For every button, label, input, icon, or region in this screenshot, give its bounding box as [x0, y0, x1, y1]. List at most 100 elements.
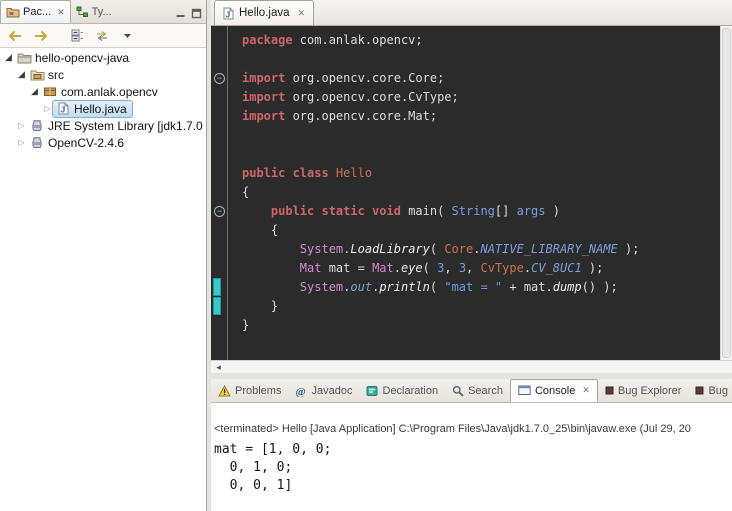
svg-text:J: J	[226, 9, 231, 19]
link-with-editor-button[interactable]	[93, 27, 111, 45]
code-token: {	[242, 185, 249, 199]
code-line[interactable]: public static void main( String[] args )	[242, 202, 720, 221]
close-icon[interactable]: ✕	[298, 8, 306, 19]
java-file-icon: J	[55, 102, 71, 115]
tree-item-label: com.anlak.opencv	[58, 85, 161, 99]
back-button[interactable]	[6, 27, 24, 45]
code-token: main	[408, 204, 437, 218]
type-hierarchy-icon	[76, 6, 89, 18]
code-line[interactable]: public class Hello	[242, 164, 720, 183]
scroll-left-arrow-icon[interactable]: ◂	[211, 361, 226, 373]
collapse-arrow-icon[interactable]: ◢	[16, 66, 27, 83]
editor-vertical-scrollbar[interactable]	[720, 26, 732, 360]
forward-button[interactable]	[31, 27, 49, 45]
occurrence-annotation[interactable]	[213, 278, 221, 296]
tab-declaration[interactable]: Declaration	[359, 379, 445, 402]
package-explorer-view: Pac...✕Ty... ◢hello-opencv-java◢src◢com.…	[0, 0, 207, 511]
tree-item-hello-java[interactable]: ▷JHello.java	[0, 100, 206, 117]
tree-item-content: hello-opencv-java	[14, 50, 134, 66]
fold-collapse-icon[interactable]: −	[214, 73, 225, 84]
tree-item-content: com.anlak.opencv	[40, 84, 163, 100]
view-menu-button[interactable]	[118, 27, 136, 45]
occurrence-annotation[interactable]	[213, 297, 221, 315]
source-folder-icon	[29, 69, 45, 81]
tab-search[interactable]: Search	[445, 379, 510, 402]
tab-bug-explorer[interactable]: Bug Explorer	[598, 379, 689, 402]
code-token: CV_8UC1	[531, 261, 582, 275]
expand-arrow-icon[interactable]: ▷	[42, 100, 53, 117]
code-token: ,	[444, 261, 458, 275]
console-header: <terminated> Hello [Java Application] C:…	[214, 423, 732, 435]
tree-item-content: src	[27, 67, 69, 83]
editor-horizontal-scrollbar[interactable]: ◂	[211, 360, 732, 373]
code-token: []	[495, 204, 517, 218]
java-file-icon: J	[223, 7, 234, 20]
console-output[interactable]: mat = [1, 0, 0; 0, 1, 0; 0, 0, 1]	[214, 441, 732, 495]
collapse-arrow-icon[interactable]: ◢	[3, 49, 14, 66]
tab-javadoc[interactable]: @Javadoc	[288, 379, 359, 402]
tab-label: Bug	[708, 385, 728, 397]
view-tab-ty[interactable]: Ty...	[71, 0, 117, 23]
code-line[interactable]: System.LoadLibrary( Core.NATIVE_LIBRARY_…	[242, 240, 720, 259]
code-token	[242, 242, 300, 256]
code-line[interactable]	[242, 50, 720, 69]
code-token: .	[394, 261, 401, 275]
tab-label: Search	[468, 385, 503, 397]
close-icon[interactable]: ✕	[582, 385, 590, 396]
code-token: CvType	[481, 261, 524, 275]
fold-collapse-icon[interactable]: −	[214, 206, 225, 217]
tree-item-jre-system-library-jdk1-7-0[interactable]: ▷ JRE System Library [jdk1.7.0	[0, 117, 206, 134]
code-token: (	[423, 261, 437, 275]
tab-console[interactable]: Console✕	[510, 379, 598, 402]
tree-item-opencv-2-4-6[interactable]: ▷ OpenCV-2.4.6	[0, 134, 206, 151]
code-token: dump	[553, 280, 582, 294]
code-line[interactable]: System.out.println( "mat = " + mat.dump(…	[242, 278, 720, 297]
collapse-arrow-icon[interactable]: ◢	[29, 83, 40, 100]
console-line: 0, 0, 1]	[214, 477, 732, 495]
code-token: String	[452, 204, 495, 218]
console-icon	[518, 385, 531, 396]
tree-item-hello-opencv-java[interactable]: ◢ hello-opencv-java	[0, 49, 206, 66]
code-line[interactable]	[242, 126, 720, 145]
code-line[interactable]: {	[242, 221, 720, 240]
code-line[interactable]: import org.opencv.core.Mat;	[242, 107, 720, 126]
code-line[interactable]: import org.opencv.core.Core;	[242, 69, 720, 88]
code-editor[interactable]: package com.anlak.opencv; import org.ope…	[229, 26, 720, 360]
scrollbar-thumb[interactable]	[722, 28, 731, 358]
bottom-view-stack: Problems @JavadocDeclaration Search Console…	[211, 379, 732, 511]
code-token: );	[618, 242, 640, 256]
tab-bug[interactable]: Bug	[688, 379, 732, 402]
tree-item-com-anlak-opencv[interactable]: ◢ com.anlak.opencv	[0, 83, 206, 100]
tree-item-label: JRE System Library [jdk1.7.0	[45, 119, 206, 133]
console-view: <terminated> Hello [Java Application] C:…	[211, 403, 732, 511]
code-line[interactable]: Mat mat = Mat.eye( 3, 3, CvType.CV_8UC1 …	[242, 259, 720, 278]
code-line[interactable]: package com.anlak.opencv;	[242, 31, 720, 50]
code-line[interactable]: }	[242, 316, 720, 335]
view-tab-pac[interactable]: Pac... ✕	[0, 0, 71, 23]
collapse-all-button[interactable]	[68, 27, 86, 45]
search-icon	[452, 385, 464, 397]
tab-problems[interactable]: Problems	[211, 379, 288, 402]
code-line[interactable]	[242, 145, 720, 164]
tab-label: Bug Explorer	[618, 385, 682, 397]
tab-label: Problems	[235, 385, 281, 397]
maximize-view-button[interactable]	[191, 8, 202, 19]
library-icon	[29, 119, 45, 132]
close-icon[interactable]: ✕	[57, 7, 65, 18]
tree-item-label: hello-opencv-java	[32, 51, 132, 65]
code-line[interactable]: }	[242, 297, 720, 316]
view-tab-label: Pac...	[23, 6, 51, 18]
tree-item-label: OpenCV-2.4.6	[45, 136, 127, 150]
code-line[interactable]: import org.opencv.core.CvType;	[242, 88, 720, 107]
expand-arrow-icon[interactable]: ▷	[16, 117, 27, 134]
editor-tab-hello-java[interactable]: J Hello.java ✕	[214, 0, 314, 25]
code-token: )	[546, 204, 560, 218]
view-tabs: Pac... ✕ Ty...	[0, 0, 117, 23]
minimize-view-button[interactable]	[175, 8, 186, 19]
console-line: 0, 1, 0;	[214, 459, 732, 477]
code-line[interactable]: {	[242, 183, 720, 202]
expand-arrow-icon[interactable]: ▷	[16, 134, 27, 151]
tree-item-src[interactable]: ◢src	[0, 66, 206, 83]
code-token: 3	[459, 261, 466, 275]
bug-icon	[605, 386, 614, 395]
